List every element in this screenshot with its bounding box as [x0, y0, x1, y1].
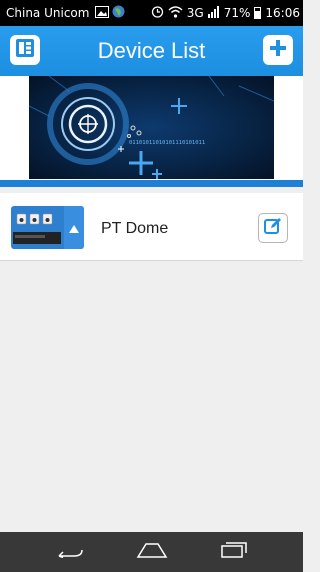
signal-icon — [207, 5, 220, 21]
banner-binary-text: 01101011010101110101011 — [129, 140, 205, 146]
app-screen: China Unicom 3G 71% 16:06 Device List 01… — [0, 0, 303, 572]
system-nav-bar — [0, 532, 303, 572]
back-icon[interactable] — [56, 542, 84, 562]
camera-dvr-icon — [11, 206, 84, 249]
recent-apps-icon[interactable] — [221, 542, 247, 562]
status-bar: China Unicom 3G 71% 16:06 — [0, 0, 303, 26]
battery-icon — [254, 7, 262, 19]
edit-device-button[interactable] — [258, 213, 288, 243]
menu-list-icon — [15, 38, 35, 62]
wifi-icon — [168, 5, 183, 21]
device-name: PT Dome — [101, 220, 169, 237]
plus-icon — [269, 39, 287, 61]
device-row[interactable]: PT Dome — [0, 193, 303, 261]
carrier-name: China Unicom — [6, 6, 90, 20]
edit-icon — [264, 217, 282, 239]
banner-area: 01101011010101110101011 — [0, 76, 303, 183]
page-title: Device List — [97, 38, 206, 63]
add-device-button[interactable] — [263, 35, 293, 65]
battery-level: 71% — [223, 6, 251, 20]
globe-icon — [112, 5, 125, 21]
image-icon — [95, 5, 110, 21]
banner-image: 01101011010101110101011 — [29, 76, 274, 179]
home-icon[interactable] — [136, 542, 168, 562]
header-divider — [0, 180, 303, 187]
menu-button[interactable] — [10, 35, 40, 65]
app-header: Device List — [0, 26, 303, 76]
device-list: PT Dome — [0, 187, 303, 532]
clock: 16:06 — [265, 6, 300, 20]
network-type: 3G — [186, 6, 204, 20]
alarm-icon — [151, 5, 164, 21]
